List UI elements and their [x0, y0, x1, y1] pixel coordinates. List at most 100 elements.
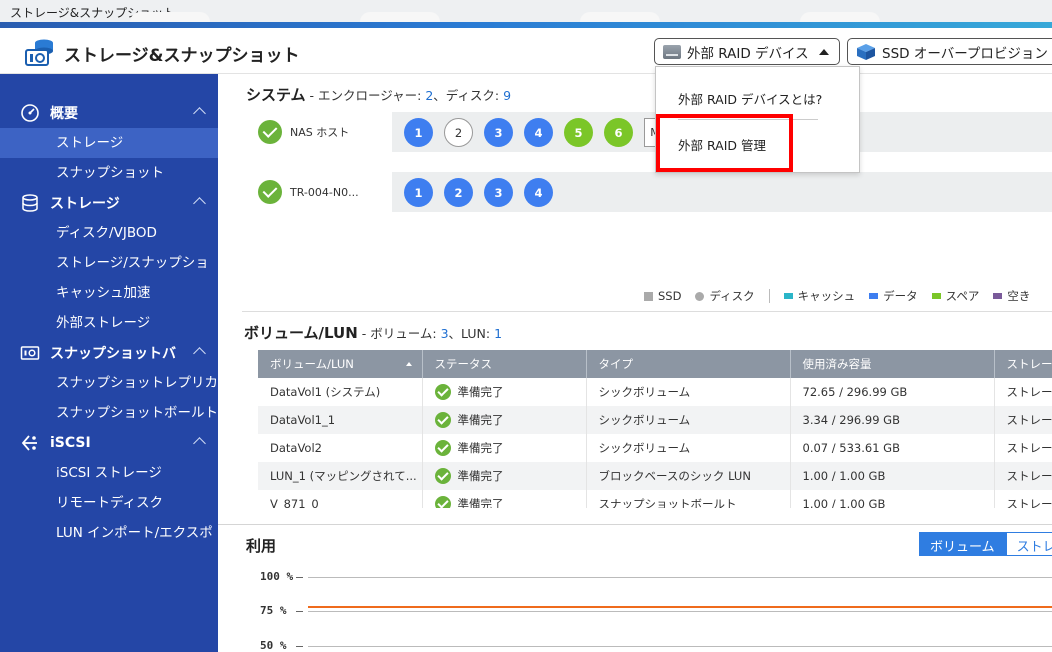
system-section-title: システム - エンクロージャー: 2、ディスク: 9: [246, 84, 511, 105]
sidebar-item-lun-import-export[interactable]: LUN インポート/エクスポ: [0, 518, 218, 548]
table-row[interactable]: DataVol1_1 準備完了 シックボリューム 3.34 / 296.99 G…: [258, 406, 1052, 434]
table-row[interactable]: V_871_0 準備完了 スナップショットボールト 1.00 / 1.00 GB…: [258, 490, 1052, 508]
window-titlebar: ストレージ&スナップショット: [0, 0, 1052, 24]
sidebar-item-disk-vjbod[interactable]: ディスク/VJBOD: [0, 218, 218, 248]
disk-slot[interactable]: 5: [564, 118, 593, 147]
disk-slot[interactable]: 3: [484, 178, 513, 207]
disk-count: 9: [503, 88, 512, 103]
legend-item: キャッシュ: [783, 288, 856, 304]
legend-divider: [768, 289, 770, 303]
cell-status: 準備完了: [422, 490, 587, 508]
cell-used: 0.07 / 533.61 GB: [790, 434, 995, 462]
external-raid-device-label: 外部 RAID デバイス: [687, 45, 809, 62]
enclosure-row-tr004: TR-004-N0... 1 2 3 4: [258, 172, 1052, 212]
caret-up-icon: [818, 48, 829, 55]
sort-ascending-icon: [405, 362, 412, 366]
table-row[interactable]: DataVol1 (システム) 準備完了 シックボリューム 72.65 / 29…: [258, 378, 1052, 406]
cell-used: 72.65 / 296.99 GB: [790, 378, 995, 406]
gauge-icon: [20, 103, 40, 123]
legend-item: SSD: [644, 289, 681, 303]
cell-used: 1.00 / 1.00 GB: [790, 490, 995, 508]
database-icon: [20, 193, 40, 213]
enclosure-name: TR-004-N0...: [290, 185, 359, 199]
column-header-storage[interactable]: ストレージ: [994, 350, 1052, 378]
status-ok-icon: [434, 384, 451, 400]
snapshot-icon: [20, 343, 40, 363]
column-header-type[interactable]: タイプ: [586, 350, 791, 378]
cell-volume-name: V_871_0: [258, 490, 423, 508]
tab-volume[interactable]: ボリューム: [919, 532, 1006, 556]
y-tick-mark: [296, 611, 303, 612]
chevron-up-icon: [193, 437, 206, 450]
cell-status: 準備完了: [422, 406, 587, 434]
y-tick-label: 50 %: [260, 639, 287, 652]
system-disk-label: 、ディスク:: [433, 88, 504, 103]
main-content: システム - エンクロージャー: 2、ディスク: 9 NAS ホスト 1 2 3…: [218, 74, 1052, 652]
status-ok-icon: [258, 120, 282, 144]
column-header-status[interactable]: ステータス: [422, 350, 587, 378]
legend-label: 空き: [1007, 289, 1031, 303]
y-tick-label: 75 %: [260, 604, 287, 617]
sidebar-group-iscsi[interactable]: iSCSI: [0, 428, 218, 458]
legend-label: データ: [883, 289, 918, 303]
legend-swatch-data: [869, 293, 879, 299]
lun-count-label: 、LUN:: [448, 326, 495, 341]
ssd-overprovisioning-button[interactable]: SSD オーバープロビジョン: [847, 38, 1052, 65]
cell-storage: ストレージ: [994, 378, 1052, 406]
sidebar-item-external-storage[interactable]: 外部ストレージ: [0, 308, 218, 338]
sidebar-item-iscsi-storage[interactable]: iSCSI ストレージ: [0, 458, 218, 488]
legend-label: ディスク: [709, 289, 755, 303]
disk-slot[interactable]: 2: [444, 178, 473, 207]
column-header-volume[interactable]: ボリューム/LUN: [258, 350, 423, 378]
disk-slot[interactable]: 4: [524, 178, 553, 207]
hard-drive-icon: [663, 44, 681, 59]
disk-slot[interactable]: 4: [524, 118, 553, 147]
storage-app-icon: [25, 39, 53, 66]
cell-storage: ストレージ: [994, 434, 1052, 462]
status-ok-icon: [434, 440, 451, 456]
disk-slot[interactable]: 6: [604, 118, 633, 147]
sidebar-group-storage[interactable]: ストレージ: [0, 188, 218, 218]
cell-volume-name: DataVol1_1: [258, 406, 423, 434]
table-row[interactable]: LUN_1 (マッピングされて... 準備完了 ブロックベースのシック LUN …: [258, 462, 1052, 490]
menu-item-what-is-external-raid[interactable]: 外部 RAID デバイスとは?: [656, 89, 859, 108]
disk-slot[interactable]: 1: [404, 178, 433, 207]
sidebar-item-snapshot[interactable]: スナップショット: [0, 158, 218, 188]
disk-tray: 1 2 3 4: [392, 172, 1052, 212]
enclosure-label: NAS ホスト: [258, 120, 352, 144]
cell-type: スナップショットボールト: [586, 490, 791, 508]
sidebar-group-label: ストレージ: [50, 196, 120, 212]
grid-line: [308, 611, 1052, 612]
sidebar-group-snapshot-backup[interactable]: スナップショットバ: [0, 338, 218, 368]
sidebar-item-storage-snapshot[interactable]: ストレージ/スナップショ: [0, 248, 218, 278]
sidebar-item-storage-overview[interactable]: ストレージ: [0, 128, 218, 158]
legend-label: キャッシュ: [797, 289, 856, 303]
section-divider: [218, 524, 1052, 525]
sidebar-item-snapshot-replica[interactable]: スナップショットレプリカ: [0, 368, 218, 398]
sidebar-group-overview[interactable]: 概要: [0, 98, 218, 128]
y-tick-mark: [296, 646, 303, 647]
external-raid-device-button[interactable]: 外部 RAID デバイス: [654, 38, 840, 65]
status-text: 準備完了: [457, 497, 504, 508]
sidebar-item-snapshot-vault[interactable]: スナップショットボールト: [0, 398, 218, 428]
y-tick-mark: [296, 577, 303, 578]
sidebar-item-remote-disk[interactable]: リモートディスク: [0, 488, 218, 518]
sidebar-group-label: スナップショットバ: [50, 346, 176, 362]
utilization-series-line: [308, 606, 1052, 608]
status-text: 準備完了: [457, 441, 504, 455]
column-header-used[interactable]: 使用済み容量: [790, 350, 995, 378]
column-header-label: ボリューム/LUN: [270, 357, 354, 371]
tab-storage[interactable]: ストレージ: [1005, 532, 1052, 556]
cell-status: 準備完了: [422, 378, 587, 406]
cell-storage: ストレージ: [994, 406, 1052, 434]
disk-slot[interactable]: 3: [484, 118, 513, 147]
y-tick-label: 100 %: [260, 570, 294, 583]
cell-used: 3.34 / 296.99 GB: [790, 406, 995, 434]
disk-slot[interactable]: 1: [404, 118, 433, 147]
sidebar-item-cache-acceleration[interactable]: キャッシュ加速: [0, 278, 218, 308]
disk-slot[interactable]: 2: [444, 118, 473, 147]
table-row[interactable]: DataVol2 準備完了 シックボリューム 0.07 / 533.61 GB …: [258, 434, 1052, 462]
enclosure-name: NAS ホスト: [290, 126, 350, 139]
chevron-up-icon: [193, 197, 206, 210]
legend-label: スペア: [945, 289, 980, 303]
